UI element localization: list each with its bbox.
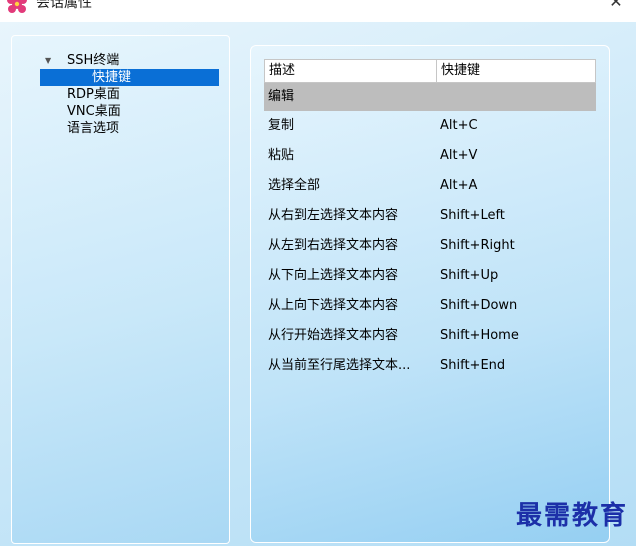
column-divider[interactable] [436, 60, 437, 82]
row-description: 从上向下选择文本内容 [268, 298, 399, 313]
tree-item-label: 快捷键 [92, 70, 132, 85]
row-description: 从左到右选择文本内容 [268, 238, 399, 253]
column-header-shortcut[interactable]: 快捷键 [441, 60, 591, 82]
title-bar[interactable]: 会话属性 ✕ [0, 0, 636, 22]
row-shortcut: Alt+A [440, 178, 478, 193]
column-header-description[interactable]: 描述 [269, 60, 435, 82]
row-description: 从下向上选择文本内容 [268, 268, 399, 283]
tree-item-vnc-desktop[interactable]: VNC桌面 [12, 103, 229, 120]
table-row[interactable]: 选择全部 Alt+A [264, 171, 596, 201]
table-row[interactable]: 从右到左选择文本内容 Shift+Left [264, 201, 596, 231]
close-icon: ✕ [609, 0, 623, 11]
tree-item-ssh-terminal[interactable]: ▼ SSH终端 [12, 52, 229, 69]
dialog-body: ▼ SSH终端 快捷键 RDP桌面 VNC桌面 语言选项 描述 快捷键 编辑 复… [0, 22, 636, 546]
category-tree-panel: ▼ SSH终端 快捷键 RDP桌面 VNC桌面 语言选项 [11, 35, 230, 544]
tree-item-label: SSH终端 [67, 53, 120, 68]
tree-item-label: RDP桌面 [67, 87, 120, 102]
row-description: 从当前至行尾选择文本... [268, 358, 411, 373]
shortcuts-panel: 描述 快捷键 编辑 复制 Alt+C 粘贴 Alt+V 选择全部 Alt+A 从… [250, 45, 610, 543]
expand-arrow-icon[interactable]: ▼ [45, 52, 51, 69]
tree-item-label: VNC桌面 [67, 104, 121, 119]
tree-item-rdp-desktop[interactable]: RDP桌面 [12, 86, 229, 103]
table-row[interactable]: 从上向下选择文本内容 Shift+Down [264, 291, 596, 321]
row-description: 从行开始选择文本内容 [268, 328, 399, 343]
row-shortcut: Shift+Down [440, 298, 518, 313]
row-shortcut: Shift+End [440, 358, 506, 373]
watermark-text: 最需教育 [515, 501, 628, 531]
session-properties-dialog: 会话属性 ✕ ▼ SSH终端 快捷键 RDP桌面 VNC桌面 语言选项 描述 快… [0, 0, 636, 546]
category-tree: ▼ SSH终端 快捷键 RDP桌面 VNC桌面 语言选项 [12, 52, 229, 137]
window-title: 会话属性 [36, 0, 92, 11]
group-label: 编辑 [268, 89, 295, 104]
group-row-edit[interactable]: 编辑 [264, 83, 596, 111]
table-row[interactable]: 从行开始选择文本内容 Shift+Home [264, 321, 596, 351]
tree-item-shortcuts[interactable]: 快捷键 [12, 69, 229, 86]
close-button[interactable]: ✕ [596, 0, 636, 16]
table-row[interactable]: 从当前至行尾选择文本... Shift+End [264, 351, 596, 381]
row-shortcut: Shift+Left [440, 208, 505, 223]
tree-item-language-options[interactable]: 语言选项 [12, 120, 229, 137]
row-description: 复制 [268, 118, 295, 133]
row-shortcut: Shift+Home [440, 328, 519, 343]
tree-item-label: 语言选项 [67, 121, 120, 136]
table-header: 描述 快捷键 [264, 59, 596, 83]
row-shortcut: Alt+V [440, 148, 478, 163]
row-shortcut: Shift+Up [440, 268, 499, 283]
table-row[interactable]: 粘贴 Alt+V [264, 141, 596, 171]
row-shortcut: Alt+C [440, 118, 478, 133]
row-description: 粘贴 [268, 148, 295, 163]
table-row[interactable]: 从左到右选择文本内容 Shift+Right [264, 231, 596, 261]
row-description: 选择全部 [268, 178, 321, 193]
row-description: 从右到左选择文本内容 [268, 208, 399, 223]
app-logo-icon [7, 0, 27, 13]
row-shortcut: Shift+Right [440, 238, 515, 253]
table-row[interactable]: 复制 Alt+C [264, 111, 596, 141]
shortcuts-table: 描述 快捷键 编辑 复制 Alt+C 粘贴 Alt+V 选择全部 Alt+A 从… [264, 59, 596, 381]
table-row[interactable]: 从下向上选择文本内容 Shift+Up [264, 261, 596, 291]
